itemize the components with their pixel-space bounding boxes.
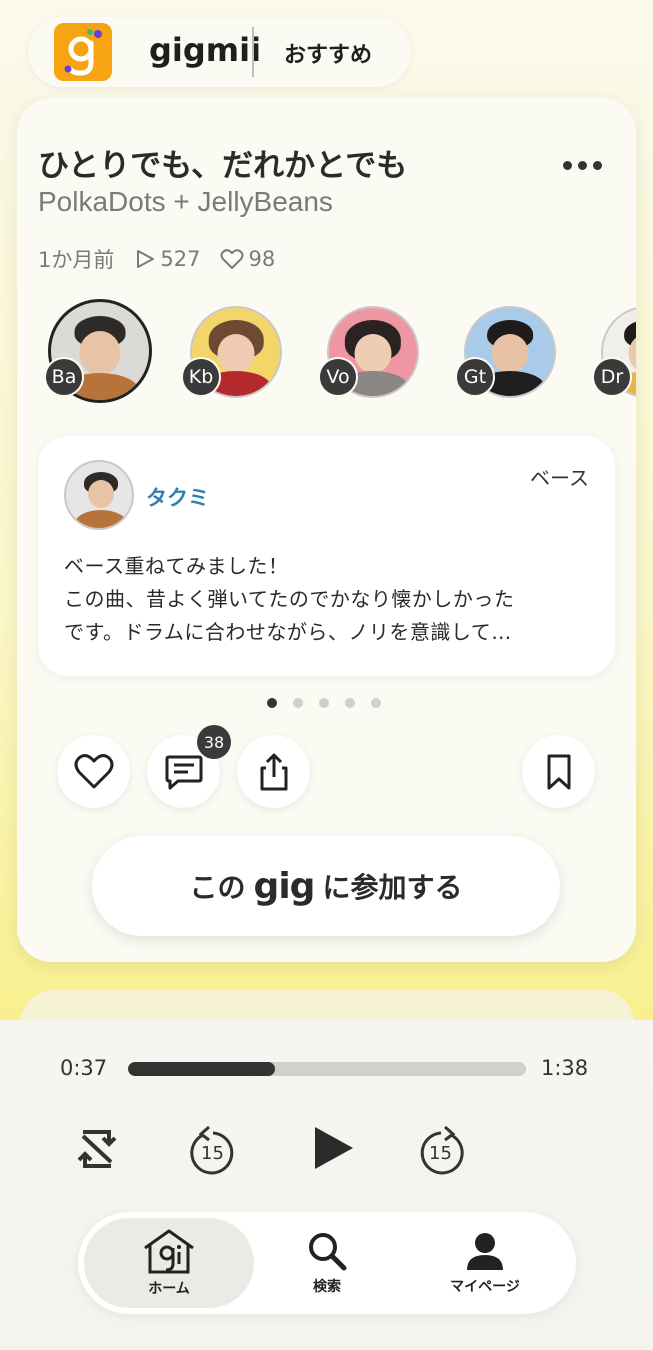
nav-home[interactable]: ホーム [84, 1218, 254, 1308]
part-badge-ba: Ba [44, 357, 84, 397]
bottom-navigation: ホーム 検索 マイページ [78, 1212, 576, 1314]
search-icon [309, 1233, 347, 1271]
post-meta: 1か月前 527 98 [38, 244, 295, 274]
comment-line: この曲、昔よく弾いてたのでかなり懐かしかった [64, 587, 515, 611]
part-badge-vo: Vo [318, 357, 358, 397]
nav-search-label: 検索 [313, 1279, 341, 1295]
part-badge-gt: Gt [455, 357, 495, 397]
rewind-15-button[interactable]: 15 [188, 1122, 238, 1176]
carousel-dot[interactable] [371, 698, 381, 708]
tab-recommended[interactable]: おすすめ [284, 37, 372, 69]
playback-progress-fill [128, 1062, 276, 1076]
bookmark-icon [547, 754, 570, 789]
comment-body: ベース重ねてみました！ この曲、昔よく弾いてたのでかなり懐かしかった です。ドラ… [64, 550, 594, 649]
comment-part-label: ベース [530, 466, 589, 490]
play-icon [315, 1127, 353, 1169]
join-suffix: に参加する [322, 871, 463, 904]
audio-player: 0:37 1:38 15 15 ホーム 検索 マイページ [0, 1020, 653, 1350]
carousel-dot[interactable] [345, 698, 355, 708]
more-options-button[interactable] [557, 150, 607, 180]
user-icon [467, 1233, 503, 1270]
carousel-dot-active[interactable] [267, 698, 277, 708]
member-comment-card[interactable]: タクミ ベース ベース重ねてみました！ この曲、昔よく弾いてたのでかなり懐かしか… [38, 436, 615, 676]
current-time: 0:37 [60, 1056, 108, 1080]
share-button[interactable] [237, 735, 310, 808]
forward-seconds: 15 [429, 1143, 452, 1164]
comment-icon [165, 755, 202, 789]
comment-user-avatar[interactable] [64, 460, 134, 530]
play-count-icon [137, 250, 155, 268]
like-count: 98 [248, 247, 276, 271]
comment-line: ベース重ねてみました！ [64, 554, 289, 578]
total-time: 1:38 [541, 1056, 589, 1080]
like-button[interactable] [57, 735, 130, 808]
artist-name[interactable]: PolkaDots + JellyBeans [38, 186, 333, 218]
carousel-dot[interactable] [293, 698, 303, 708]
carousel-indicator [267, 698, 381, 708]
playback-progress-bar[interactable] [128, 1062, 526, 1076]
join-gig-word: gig [253, 865, 316, 907]
nav-mypage-label: マイページ [450, 1279, 520, 1295]
play-count: 527 [160, 247, 201, 271]
top-header: gigmii おすすめ [28, 17, 411, 87]
rewind-seconds: 15 [201, 1143, 224, 1164]
app-logo-text: gigmii [149, 31, 262, 69]
carousel-dot[interactable] [319, 698, 329, 708]
heart-icon [74, 753, 113, 788]
play-button[interactable] [304, 1120, 360, 1176]
song-title: ひとりでも、だれかとでも [38, 148, 408, 184]
bookmark-button[interactable] [522, 735, 595, 808]
share-icon [260, 753, 287, 790]
comment-line: です。ドラムに合わせながら、ノリを意識して… [64, 620, 512, 644]
nav-mypage[interactable]: マイページ [400, 1218, 570, 1308]
home-icon [144, 1229, 194, 1274]
nav-home-label: ホーム [148, 1281, 190, 1297]
comment-count-badge: 38 [197, 725, 231, 759]
posted-time: 1か月前 [38, 248, 115, 272]
nav-search[interactable]: 検索 [242, 1218, 412, 1308]
join-prefix: この [189, 871, 246, 904]
gigmii-logo-icon [54, 23, 112, 81]
join-gig-button[interactable]: この gig に参加する [92, 836, 560, 936]
forward-15-button[interactable]: 15 [416, 1122, 466, 1176]
gig-card: ひとりでも、だれかとでも PolkaDots + JellyBeans 1か月前… [17, 98, 636, 962]
like-count-icon [220, 249, 244, 269]
header-divider [252, 27, 254, 77]
repeat-shuffle-icon [77, 1130, 117, 1168]
part-badge-kb: Kb [181, 357, 221, 397]
comment-username[interactable]: タクミ [146, 482, 209, 512]
loop-button[interactable] [74, 1122, 120, 1176]
part-badge-dr: Dr [592, 357, 632, 397]
